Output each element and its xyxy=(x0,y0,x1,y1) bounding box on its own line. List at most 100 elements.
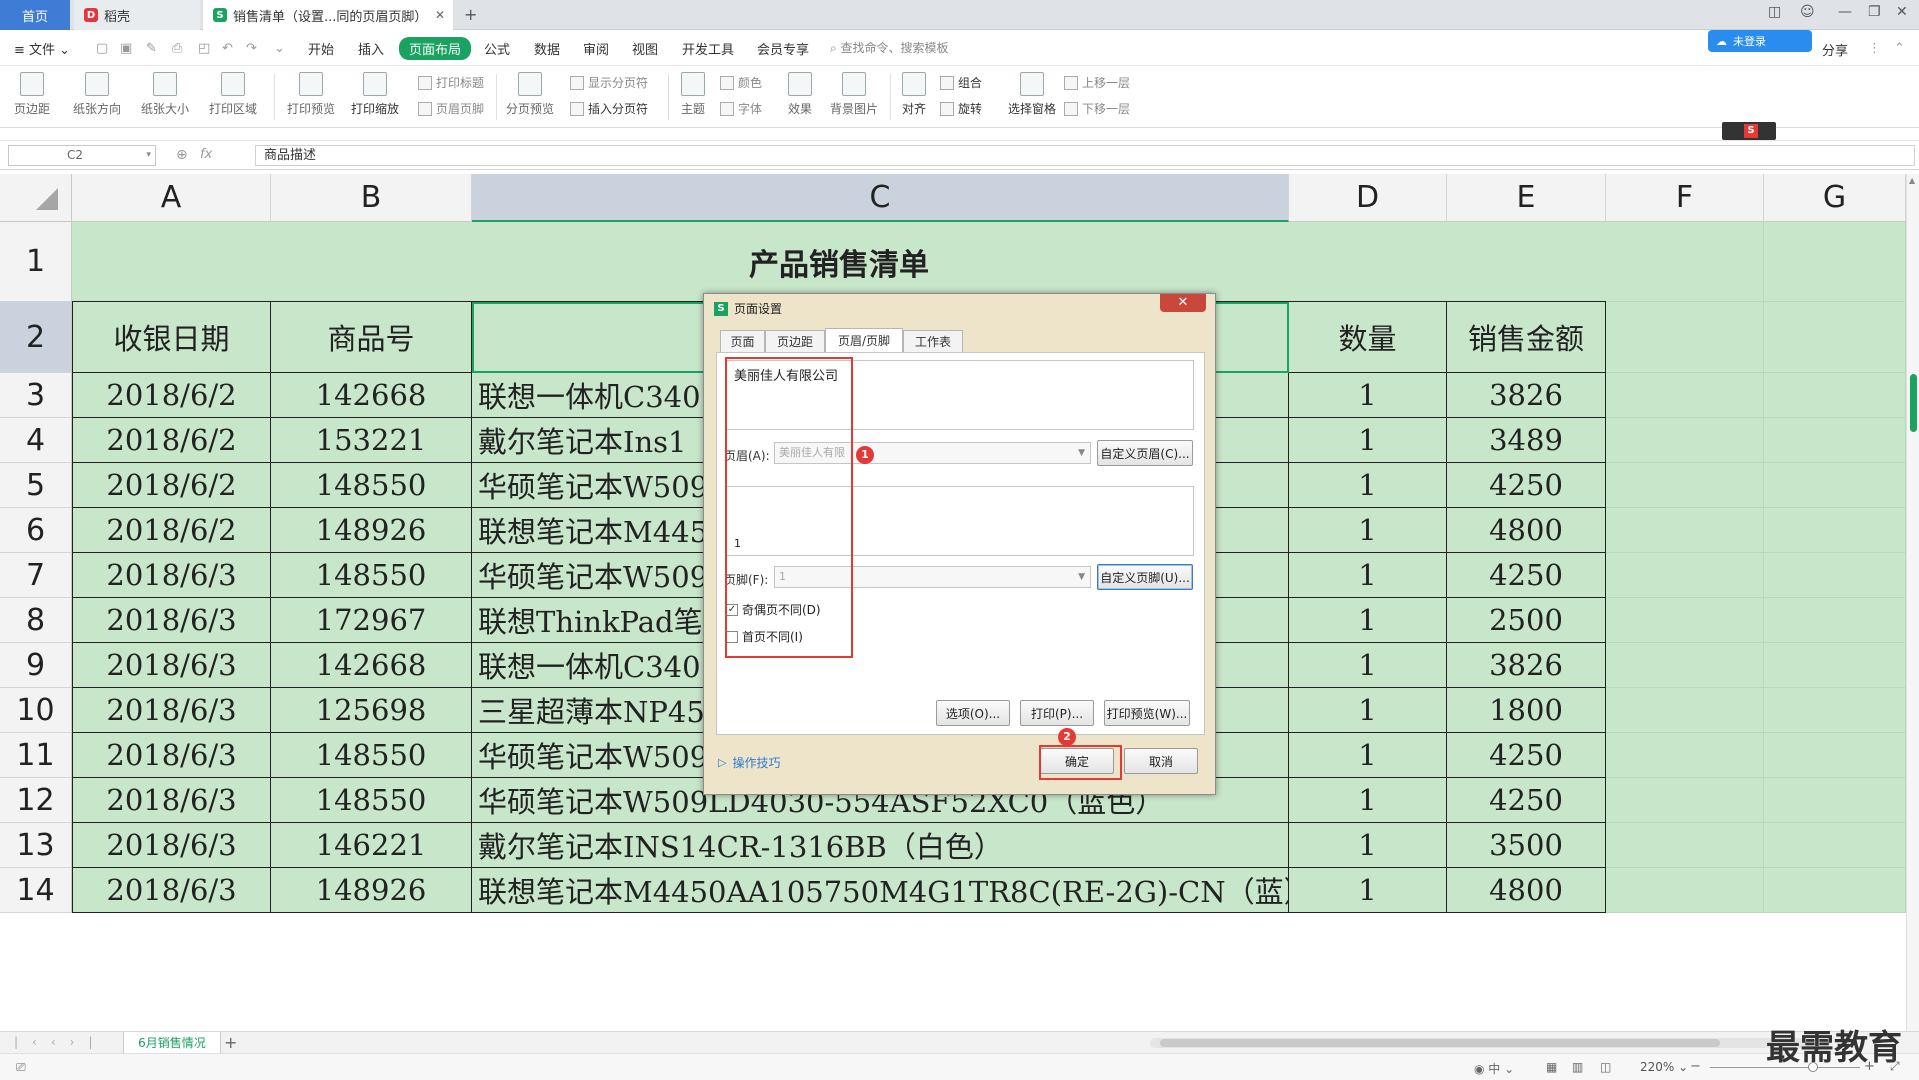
avatar[interactable]: ☺ xyxy=(1800,4,1815,20)
cell-code[interactable]: 148550 xyxy=(271,463,472,508)
share-button[interactable]: 分享 xyxy=(1822,40,1848,59)
tips-link[interactable]: ▷ 操作技巧 xyxy=(718,754,780,771)
row-header[interactable]: 7 xyxy=(0,553,72,598)
cell-g[interactable] xyxy=(1764,688,1906,733)
add-sheet-icon[interactable]: + xyxy=(224,1033,237,1052)
horizontal-scrollbar[interactable] xyxy=(1150,1038,1830,1048)
tab-page[interactable]: 页面 xyxy=(720,330,765,352)
cell-qty[interactable]: 1 xyxy=(1289,868,1447,913)
print-preview-dialog-button[interactable]: 打印预览(W)... xyxy=(1104,700,1190,726)
row-header[interactable]: 11 xyxy=(0,733,72,778)
cell-g[interactable] xyxy=(1764,733,1906,778)
cell-amount[interactable]: 4250 xyxy=(1447,778,1606,823)
cell-f[interactable] xyxy=(1606,463,1764,508)
row-header[interactable]: 4 xyxy=(0,418,72,463)
row-header[interactable]: 9 xyxy=(0,643,72,688)
sheet-tab[interactable]: 6月销售情况 xyxy=(123,1032,221,1054)
row-header-2[interactable]: 2 xyxy=(0,302,72,373)
selection-pane-button[interactable]: 选择窗格 xyxy=(1004,72,1060,117)
cell-amount[interactable]: 3826 xyxy=(1447,373,1606,418)
cell-date[interactable]: 2018/6/3 xyxy=(72,868,271,913)
tab-header-footer[interactable]: 页眉/页脚 xyxy=(825,328,903,352)
fonts-button[interactable]: 字体 xyxy=(720,100,762,117)
cell-g[interactable] xyxy=(1764,868,1906,913)
row-header[interactable]: 13 xyxy=(0,823,72,868)
cell-amount[interactable]: 4250 xyxy=(1447,553,1606,598)
cell-code[interactable]: 148926 xyxy=(271,508,472,553)
layout-icon[interactable]: ◫ xyxy=(1768,4,1781,20)
cell-amount[interactable]: 3500 xyxy=(1447,823,1606,868)
insert-break-button[interactable]: 插入分页符 xyxy=(570,100,648,117)
cell-g2[interactable] xyxy=(1764,302,1906,373)
cell-amount[interactable]: 3489 xyxy=(1447,418,1606,463)
cell-amount[interactable]: 4250 xyxy=(1447,463,1606,508)
margins-button[interactable]: 页边距 xyxy=(10,72,54,117)
normal-view-icon[interactable]: ▦ xyxy=(1546,1060,1557,1074)
menu-view[interactable]: 视图 xyxy=(632,39,658,58)
row-header[interactable]: 10 xyxy=(0,688,72,733)
print-titles-button[interactable]: 打印标题 xyxy=(418,74,484,91)
menu-member[interactable]: 会员专享 xyxy=(757,39,809,58)
cell-f[interactable] xyxy=(1606,553,1764,598)
group-button[interactable]: 组合 xyxy=(940,74,982,91)
cell-date[interactable]: 2018/6/3 xyxy=(72,553,271,598)
close-tab-icon[interactable]: ✕ xyxy=(435,8,445,22)
options-button[interactable]: 选项(O)... xyxy=(936,700,1010,726)
header-footer-button[interactable]: 页眉页脚 xyxy=(418,100,484,117)
ime-toolbar[interactable]: S xyxy=(1722,122,1776,140)
row-header[interactable]: 14 xyxy=(0,868,72,913)
cell-g1[interactable] xyxy=(1764,222,1906,302)
eye-protection-icon[interactable]: ◉ 中 ⌄ xyxy=(1474,1060,1514,1077)
tab-worksheet[interactable]: 工作表 xyxy=(903,330,963,352)
colors-button[interactable]: 颜色 xyxy=(720,74,762,91)
cell-f[interactable] xyxy=(1606,418,1764,463)
insert-function-icon[interactable]: fx xyxy=(200,147,212,162)
cell-g[interactable] xyxy=(1764,508,1906,553)
tab-document[interactable]: S 销售清单（设置...同的页眉页脚） ✕ xyxy=(203,0,453,30)
cell-date[interactable]: 2018/6/3 xyxy=(72,733,271,778)
menu-review[interactable]: 审阅 xyxy=(583,39,609,58)
cell-qty[interactable]: 1 xyxy=(1289,463,1447,508)
sheet-nav-icons[interactable]: |‹‹›| xyxy=(14,1035,106,1049)
align-button[interactable]: 对齐 xyxy=(896,72,932,117)
cell-desc[interactable]: 联想笔记本M4450AA105750M4G1TR8C(RE-2G)-CN（蓝） xyxy=(472,868,1289,913)
menu-data[interactable]: 数据 xyxy=(534,39,560,58)
select-all-corner[interactable] xyxy=(0,174,72,222)
cell-qty[interactable]: 1 xyxy=(1289,373,1447,418)
customize-icon[interactable]: ⌄ xyxy=(274,41,285,56)
cell-date[interactable]: 2018/6/2 xyxy=(72,418,271,463)
cell-date[interactable]: 2018/6/2 xyxy=(72,373,271,418)
macro-icon[interactable]: ⎚ xyxy=(16,1060,26,1075)
custom-footer-button[interactable]: 自定义页脚(U)... xyxy=(1097,564,1193,590)
cell-amount[interactable]: 2500 xyxy=(1447,598,1606,643)
row-header-1[interactable]: 1 xyxy=(0,222,72,302)
minimize-icon[interactable]: — xyxy=(1838,4,1852,20)
scroll-up-icon[interactable]: ▲ xyxy=(1909,176,1915,185)
cell-desc[interactable]: 戴尔笔记本INS14CR-1316BB（白色） xyxy=(472,823,1289,868)
cell-amount[interactable]: 1800 xyxy=(1447,688,1606,733)
column-header-c[interactable]: C xyxy=(472,174,1289,222)
zoom-level[interactable]: 220% ⌄ xyxy=(1640,1060,1688,1074)
new-doc-icon[interactable]: ▢ xyxy=(96,41,108,56)
custom-header-button[interactable]: 自定义页眉(C)... xyxy=(1097,440,1193,466)
row-header[interactable]: 8 xyxy=(0,598,72,643)
cell-g[interactable] xyxy=(1764,373,1906,418)
cell-date[interactable]: 2018/6/3 xyxy=(72,823,271,868)
cell-f[interactable] xyxy=(1606,598,1764,643)
cell-date[interactable]: 2018/6/3 xyxy=(72,688,271,733)
column-header-b[interactable]: B xyxy=(271,174,472,222)
column-header-e[interactable]: E xyxy=(1447,174,1606,222)
cell-g[interactable] xyxy=(1764,823,1906,868)
cell-f2[interactable] xyxy=(1606,302,1764,373)
orientation-button[interactable]: 纸张方向 xyxy=(68,72,126,117)
paper-size-button[interactable]: 纸张大小 xyxy=(136,72,194,117)
header-cell-amount[interactable]: 销售金额 xyxy=(1447,302,1606,373)
cell-f[interactable] xyxy=(1606,508,1764,553)
cell-g[interactable] xyxy=(1764,643,1906,688)
name-box[interactable]: C2 ▾ xyxy=(8,145,156,166)
show-breaks-checkbox[interactable]: 显示分页符 xyxy=(570,74,648,91)
cell-f[interactable] xyxy=(1606,823,1764,868)
row-header[interactable]: 3 xyxy=(0,373,72,418)
cell-f[interactable] xyxy=(1606,868,1764,913)
tab-home[interactable]: 首页 xyxy=(0,0,70,30)
